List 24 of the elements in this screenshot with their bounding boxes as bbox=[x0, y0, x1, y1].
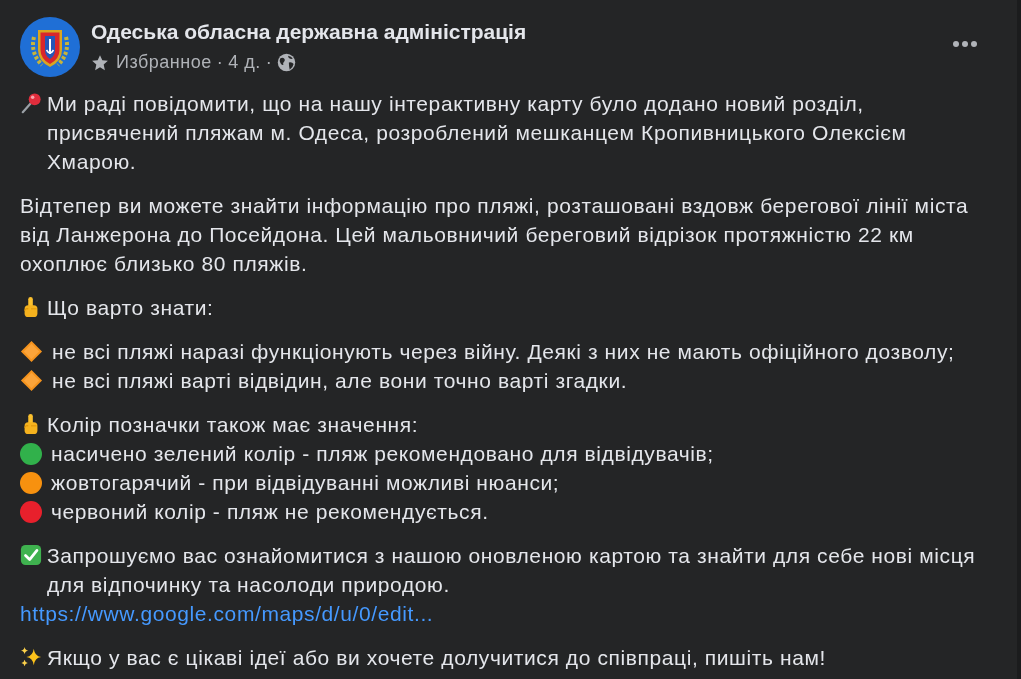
sparkles-icon bbox=[20, 646, 42, 668]
globe-icon bbox=[277, 53, 297, 72]
pushpin-icon bbox=[20, 92, 42, 114]
list-item: червоний колір - пляж не рекомендується. bbox=[51, 499, 489, 525]
post-paragraph: Якщо у вас є цікаві ідеї або ви хочете долучитися до співпраці, пишіть нам! bbox=[47, 645, 826, 671]
list-item: насичено зелений колір - пляж рекомендовано для відвідувачів; bbox=[51, 441, 714, 467]
list-item: жовтогарячий - при відвідуванні можливі нюанси; bbox=[51, 470, 560, 496]
shield-emblem-avatar[interactable] bbox=[20, 17, 80, 77]
post-paragraph: Що варто знати: bbox=[47, 295, 214, 321]
post-paragraph: Ми раді повідомити, що на нашу інтерактивну карту було додано новий розділ, присвячений пляжам м. Одеса, розроблений мешканцем Кропивницького Олексієм Хмарою. bbox=[47, 91, 907, 175]
map-link[interactable]: https://www.google.com/maps/d/u/0/edit... bbox=[20, 599, 434, 628]
favorites-label: Избранное bbox=[116, 52, 212, 73]
ellipsis-icon bbox=[953, 41, 977, 47]
timestamp-link[interactable]: 4 д. bbox=[228, 52, 261, 73]
post-paragraph: Колір позначки також має значення: bbox=[47, 412, 419, 438]
post-paragraph: Відтепер ви можете знайти інформацію про пляжі, розташовані вздовж берегової лінії міста від Ланжерона до Посейдона. Цей мальовничий береговий відрізок протяжністю 22 км охоплює близько 80 пляжів. bbox=[20, 193, 969, 277]
separator-dot: · bbox=[265, 52, 273, 73]
star-icon bbox=[91, 53, 109, 72]
separator-dot: · bbox=[216, 52, 224, 73]
diamond-icon bbox=[20, 340, 43, 363]
check-icon bbox=[20, 544, 42, 566]
diamond-icon bbox=[20, 369, 43, 392]
page-name-link[interactable]: Одеська обласна державна адміністрація bbox=[91, 19, 527, 45]
post-paragraph: Запрошуємо вас ознайомитися з нашою оновленою картою та знайти для себе нові місця для відпочинку та насолоди природою. bbox=[47, 543, 976, 598]
